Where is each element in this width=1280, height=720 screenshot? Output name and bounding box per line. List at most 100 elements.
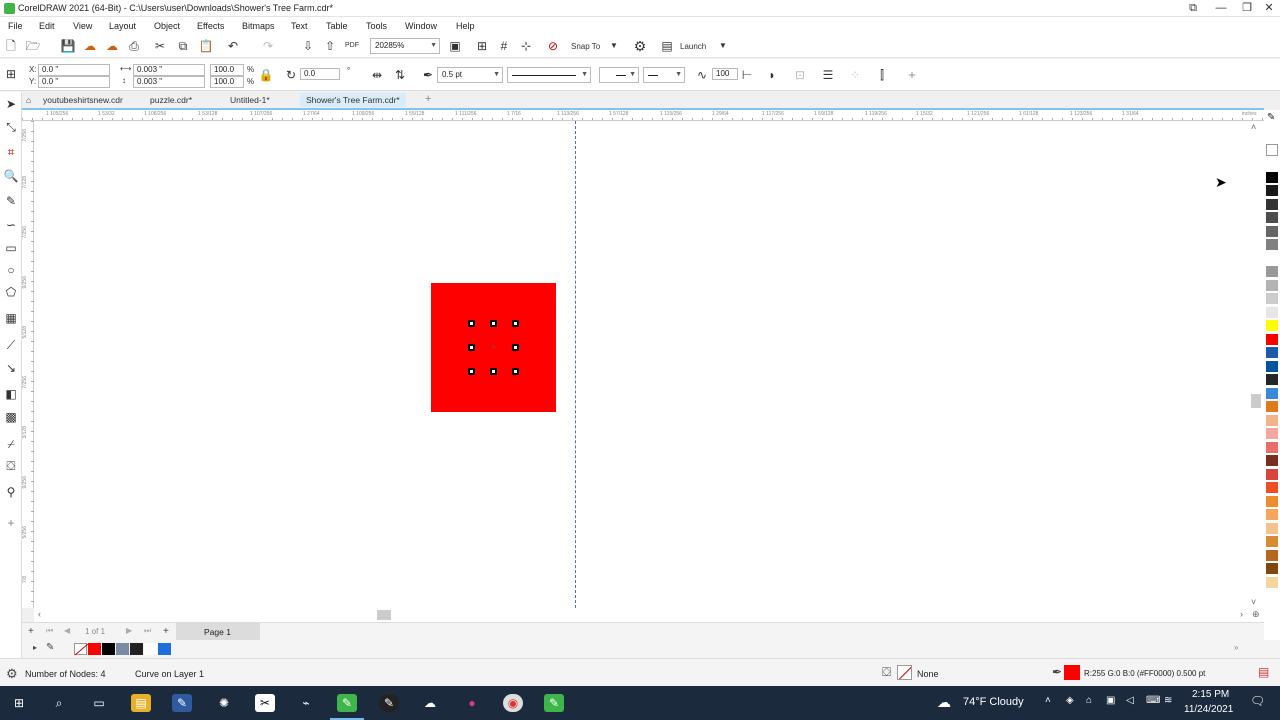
palette-eyedropper-icon[interactable]: ✎: [46, 642, 54, 653]
home-icon[interactable]: ⌂: [26, 95, 31, 105]
file-explorer-icon[interactable]: ▤: [131, 694, 151, 712]
chrome-icon[interactable]: ◉: [503, 694, 523, 712]
color-swatch[interactable]: [1266, 428, 1278, 440]
search-icon[interactable]: ⌕: [49, 694, 69, 712]
show-hidden-icons-icon[interactable]: ˄: [1045, 695, 1051, 706]
menu-effects[interactable]: Effects: [197, 21, 224, 31]
first-page-icon[interactable]: ⏮: [46, 626, 53, 636]
app-icon[interactable]: ⌁: [296, 694, 316, 712]
menu-layout[interactable]: Layout: [109, 21, 136, 31]
color-swatch[interactable]: [1266, 185, 1278, 197]
no-fill-swatch[interactable]: [74, 643, 89, 656]
tray-monitor-icon[interactable]: ▣: [1106, 695, 1115, 706]
options-gear-icon[interactable]: ⚙: [632, 38, 648, 54]
color-swatch[interactable]: [1266, 252, 1278, 265]
menu-help[interactable]: Help: [456, 21, 475, 31]
selection-handle[interactable]: [490, 368, 497, 375]
prev-page-icon[interactable]: ◀: [64, 626, 70, 635]
palette-expand-icon[interactable]: ▸: [33, 643, 37, 652]
settings-gear-icon[interactable]: ⚙: [6, 666, 18, 682]
x-position-field[interactable]: 0.0 ": [38, 64, 110, 76]
new-tab-icon[interactable]: +: [425, 93, 431, 105]
horizontal-scrollbar[interactable]: ‹ › ⊕: [34, 608, 1264, 622]
tile-windows-button[interactable]: ⧉: [1180, 1, 1206, 15]
show-rulers-icon[interactable]: ⊞: [474, 38, 490, 54]
scroll-left-icon[interactable]: ‹: [38, 609, 41, 619]
scroll-right-icon[interactable]: ›: [1240, 609, 1243, 619]
color-settings-icon[interactable]: ▤: [1258, 665, 1269, 679]
color-swatch[interactable]: [1266, 374, 1278, 386]
color-swatch[interactable]: [1266, 414, 1278, 427]
color-swatch[interactable]: [1266, 495, 1278, 508]
outline-color-swatch[interactable]: [1064, 665, 1080, 680]
menu-file[interactable]: File: [8, 21, 23, 31]
next-page-icon[interactable]: ▶: [126, 626, 132, 635]
end-arrowhead-dropdown[interactable]: ▼: [643, 67, 685, 83]
launch-label[interactable]: Launch: [680, 42, 706, 51]
color-swatch[interactable]: [1266, 239, 1278, 251]
smoothing-slider-icon[interactable]: ⊢: [739, 67, 755, 83]
add-page-icon[interactable]: +: [28, 626, 34, 637]
close-curve-icon[interactable]: ◗: [764, 67, 780, 83]
color-swatch[interactable]: [1266, 387, 1278, 400]
clock-time[interactable]: 2:15 PM: [1192, 689, 1229, 700]
new-document-icon[interactable]: 🗋: [3, 38, 19, 54]
cloud-download-icon[interactable]: ☁: [104, 38, 120, 54]
rectangle-tool-icon[interactable]: ▭: [3, 240, 19, 256]
pick-tool-icon[interactable]: ➤: [3, 96, 19, 112]
document-color-swatch[interactable]: [144, 643, 157, 655]
scroll-thumb[interactable]: [1251, 394, 1261, 408]
interactive-fill-tool-icon[interactable]: ⛋: [3, 458, 19, 474]
connector-tool-icon[interactable]: ↘: [3, 360, 19, 376]
selection-handle[interactable]: [512, 344, 519, 351]
freehand-tool-icon[interactable]: ✎: [3, 193, 19, 209]
fill-none-swatch[interactable]: [897, 665, 912, 680]
vertical-ruler[interactable]: 7/256 7/128 7/256 9/256 5/128 7/256 3/12…: [22, 121, 34, 608]
wrap-text-icon[interactable]: ☰: [820, 67, 836, 83]
wifi-icon[interactable]: ≋: [1164, 695, 1172, 706]
color-swatch[interactable]: [1266, 293, 1278, 305]
no-color-swatch[interactable]: [1266, 144, 1278, 156]
cloud-upload-icon[interactable]: ☁: [82, 38, 98, 54]
publish-pdf-icon[interactable]: PDF: [344, 38, 360, 54]
table-tool-icon[interactable]: ▦: [3, 310, 19, 326]
transparency-tool-icon[interactable]: ▩: [3, 409, 19, 425]
color-swatch[interactable]: [1266, 279, 1278, 292]
scroll-thumb[interactable]: [377, 610, 391, 620]
palette-scroll-right-icon[interactable]: »: [1234, 643, 1238, 652]
print-icon[interactable]: ⎙: [126, 38, 142, 54]
selection-handle[interactable]: [512, 320, 519, 327]
menu-bitmaps[interactable]: Bitmaps: [242, 21, 275, 31]
menu-object[interactable]: Object: [154, 21, 180, 31]
document-color-swatch[interactable]: [130, 643, 143, 655]
zoom-tool-icon[interactable]: 🔍: [3, 168, 19, 184]
color-swatch[interactable]: [1266, 306, 1278, 319]
eyedropper-icon[interactable]: ✎: [1267, 112, 1275, 123]
import-icon[interactable]: ⇩: [300, 38, 316, 54]
tray-keyboard-icon[interactable]: ⌨: [1146, 695, 1160, 706]
rotation-field[interactable]: 0.0: [300, 68, 340, 80]
menu-edit[interactable]: Edit: [39, 21, 55, 31]
eyedropper-tool-icon[interactable]: ⌿: [3, 436, 19, 452]
document-color-swatch[interactable]: [116, 643, 129, 655]
close-button[interactable]: ✕: [1256, 1, 1280, 15]
mirror-vertical-icon[interactable]: ⇅: [392, 67, 408, 83]
menu-text[interactable]: Text: [291, 21, 308, 31]
lock-ratio-icon[interactable]: 🔒: [258, 67, 274, 83]
selection-handle[interactable]: [490, 320, 497, 327]
full-screen-preview-icon[interactable]: ▣: [447, 38, 463, 54]
y-position-field[interactable]: 0.0 ": [38, 76, 110, 88]
color-swatch[interactable]: [1266, 320, 1278, 332]
page-1-tab[interactable]: Page 1: [176, 623, 260, 641]
selection-handle[interactable]: [468, 320, 475, 327]
tray-app-icon[interactable]: ◈: [1066, 695, 1074, 706]
line-style-dropdown[interactable]: ▼: [507, 67, 591, 83]
shape-tool-icon[interactable]: ⤡: [3, 119, 19, 135]
rotate-icon[interactable]: ↻: [283, 67, 299, 83]
scroll-down-icon[interactable]: ˅: [1251, 597, 1256, 607]
clock-date[interactable]: 11/24/2021: [1184, 704, 1233, 715]
mirror-horizontal-icon[interactable]: ⇹: [369, 67, 385, 83]
reduce-nodes-icon[interactable]: ⊡: [792, 67, 808, 83]
horizontal-ruler[interactable]: 1 105/256 1 53/32 1 106/256 1 53/128 1 1…: [22, 110, 1264, 121]
tray-usb-icon[interactable]: ⌂: [1086, 695, 1092, 706]
